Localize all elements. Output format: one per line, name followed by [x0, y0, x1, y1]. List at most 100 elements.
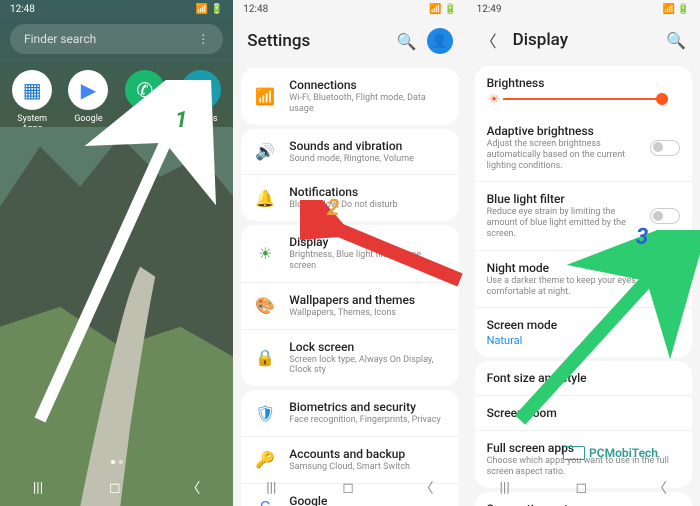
phone-settings: 12:48 📶 🔋 Settings 🔍 👤 📶 ConnectionsWi-Fi…: [233, 0, 466, 506]
brightness-label: Brightness: [487, 76, 680, 90]
status-icons: 📶 🔋: [429, 4, 456, 15]
nav-home[interactable]: ◻: [576, 480, 588, 496]
nav-bar: ||| ◻ 〈: [233, 470, 466, 506]
page-dots: [0, 460, 233, 464]
nav-bar: ||| ◻ 〈: [0, 470, 233, 506]
marker-2: 2: [327, 196, 339, 221]
row-sub: Brightness, Blue light filter, Home scre…: [289, 250, 446, 272]
settings-group: 🔊Sounds and vibrationSound mode, Rington…: [241, 129, 458, 222]
toggle[interactable]: [650, 208, 680, 224]
row-sub: Reduce eye strain by limiting the amount…: [487, 207, 638, 239]
row-title: Accounts and backup: [289, 447, 446, 461]
row-title: Screen mode: [487, 318, 680, 332]
status-time: 12:48: [10, 4, 35, 15]
row-sub: Face recognition, Fingerprints, Privacy: [289, 415, 446, 426]
nav-home[interactable]: ◻: [109, 480, 121, 496]
row-icon: 🔑: [253, 448, 277, 472]
avatar[interactable]: 👤: [427, 28, 453, 54]
wallpaper: [0, 127, 233, 506]
row-sub: Block, Allow, Do not disturb: [289, 200, 446, 211]
nav-back[interactable]: 〈: [653, 478, 667, 498]
display-row[interactable]: Screen zoom: [475, 396, 692, 431]
search-icon[interactable]: 🔍: [666, 31, 686, 50]
row-title: Connections: [289, 78, 446, 92]
row-sub: Wi-Fi, Bluetooth, Flight mode, Data usag…: [289, 93, 446, 115]
settings-row[interactable]: 🎨 Wallpapers and themesWallpapers, Themes…: [241, 283, 458, 330]
display-row[interactable]: Blue light filterReduce eye strain by li…: [475, 182, 692, 250]
row-title: Night mode: [487, 261, 638, 275]
settings-group: ☀ DisplayBrightness, Blue light filter, H…: [241, 225, 458, 386]
watermark: PCMobiTech: [563, 446, 658, 460]
finder-search[interactable]: Finder search ⋮: [10, 24, 223, 54]
row-title: Adaptive brightness: [487, 124, 638, 138]
nav-recents[interactable]: |||: [33, 480, 43, 496]
row-title: Display: [289, 235, 446, 249]
nav-recents[interactable]: |||: [266, 480, 276, 496]
status-icons: 📶 🔋: [196, 4, 223, 15]
row-icon: 📶: [253, 84, 277, 108]
nav-back[interactable]: 〈: [420, 478, 434, 498]
search-icon[interactable]: 🔍: [397, 32, 417, 51]
settings-row[interactable]: 🔊Sounds and vibrationSound mode, Rington…: [241, 129, 458, 176]
toggle[interactable]: [650, 271, 680, 287]
status-icons: 📶 🔋: [663, 4, 690, 15]
row-icon: 🎨: [253, 294, 277, 318]
row-icon: 🔒: [253, 346, 277, 370]
display-header: 〈 Display 🔍: [467, 18, 700, 62]
display-row[interactable]: Screen mode Natural: [475, 308, 692, 357]
row-icon: 🛡: [253, 401, 277, 425]
page-title: Display: [513, 30, 656, 50]
display-row[interactable]: Adaptive brightnessAdjust the screen bri…: [475, 114, 692, 182]
search-placeholder: Finder search: [24, 32, 96, 46]
settings-header: Settings 🔍 👤: [233, 18, 466, 64]
row-icon: ☀: [253, 241, 277, 265]
settings-row[interactable]: 🔔 NotificationsBlock, Allow, Do not distu…: [241, 175, 458, 221]
slider-thumb[interactable]: [656, 93, 668, 105]
row-title: Wallpapers and themes: [289, 293, 446, 307]
phone-display: 12:49 📶 🔋 〈 Display 🔍 Brightness ☀ Adapt…: [467, 0, 700, 506]
settings-row[interactable]: 🛡 Biometrics and securityFace recognition…: [241, 390, 458, 437]
status-bar: 12:49 📶 🔋: [467, 0, 700, 18]
nav-back[interactable]: 〈: [186, 478, 200, 498]
marker-3: 3: [636, 225, 648, 250]
toggle[interactable]: [650, 140, 680, 156]
row-title: Lock screen: [289, 340, 446, 354]
nav-recents[interactable]: |||: [499, 480, 509, 496]
settings-row[interactable]: ☀ DisplayBrightness, Blue light filter, H…: [241, 225, 458, 283]
row-sub: Sound mode, Ringtone, Volume: [289, 154, 446, 165]
status-bar: 12:48 📶 🔋: [0, 0, 233, 18]
status-time: 12:48: [243, 4, 268, 15]
nav-bar: ||| ◻ 〈: [467, 470, 700, 506]
back-icon[interactable]: 〈: [481, 28, 497, 52]
row-title: Biometrics and security: [289, 400, 446, 414]
marker-1: 1: [175, 108, 187, 133]
font-card: Font size and styleScreen zoomFull scree…: [475, 361, 692, 488]
row-sub: Use a darker theme to keep your eyes com…: [487, 276, 638, 298]
watermark-icon: [563, 446, 585, 460]
settings-row[interactable]: 📶 ConnectionsWi-Fi, Bluetooth, Flight mod…: [241, 68, 458, 125]
phone-home: 12:48 📶 🔋 Finder search ⋮ ▦ System Apps …: [0, 0, 233, 506]
row-icon: 🔔: [253, 186, 277, 210]
screen-mode-value: Natural: [487, 334, 680, 347]
row-sub: Wallpapers, Themes, Icons: [289, 308, 446, 319]
settings-row[interactable]: 🔒 Lock screenScreen lock type, Always On …: [241, 330, 458, 387]
status-time: 12:49: [477, 4, 502, 15]
row-title: Notifications: [289, 185, 446, 199]
more-icon[interactable]: ⋮: [197, 32, 209, 46]
display-row[interactable]: Font size and style: [475, 361, 692, 396]
display-row[interactable]: Night modeUse a darker theme to keep you…: [475, 251, 692, 309]
app-phone[interactable]: ✆ Phone: [121, 70, 169, 134]
page-title: Settings: [247, 31, 386, 51]
row-sub: Screen lock type, Always On Display, Clo…: [289, 355, 446, 377]
status-bar: 12:48 📶 🔋: [233, 0, 466, 18]
brightness-card: Brightness ☀ Adaptive brightnessAdjust t…: [475, 66, 692, 357]
row-title: Sounds and vibration: [289, 139, 446, 153]
app-system-apps[interactable]: ▦ System Apps: [8, 70, 56, 134]
app-google[interactable]: ▶ Google: [64, 70, 112, 134]
brightness-slider[interactable]: ☀: [503, 98, 668, 100]
sun-icon: ☀: [489, 92, 500, 106]
nav-home[interactable]: ◻: [342, 480, 354, 496]
row-title: Blue light filter: [487, 192, 638, 206]
brightness-row: Brightness ☀: [475, 66, 692, 114]
row-sub: Adjust the screen brightness automatical…: [487, 139, 638, 171]
